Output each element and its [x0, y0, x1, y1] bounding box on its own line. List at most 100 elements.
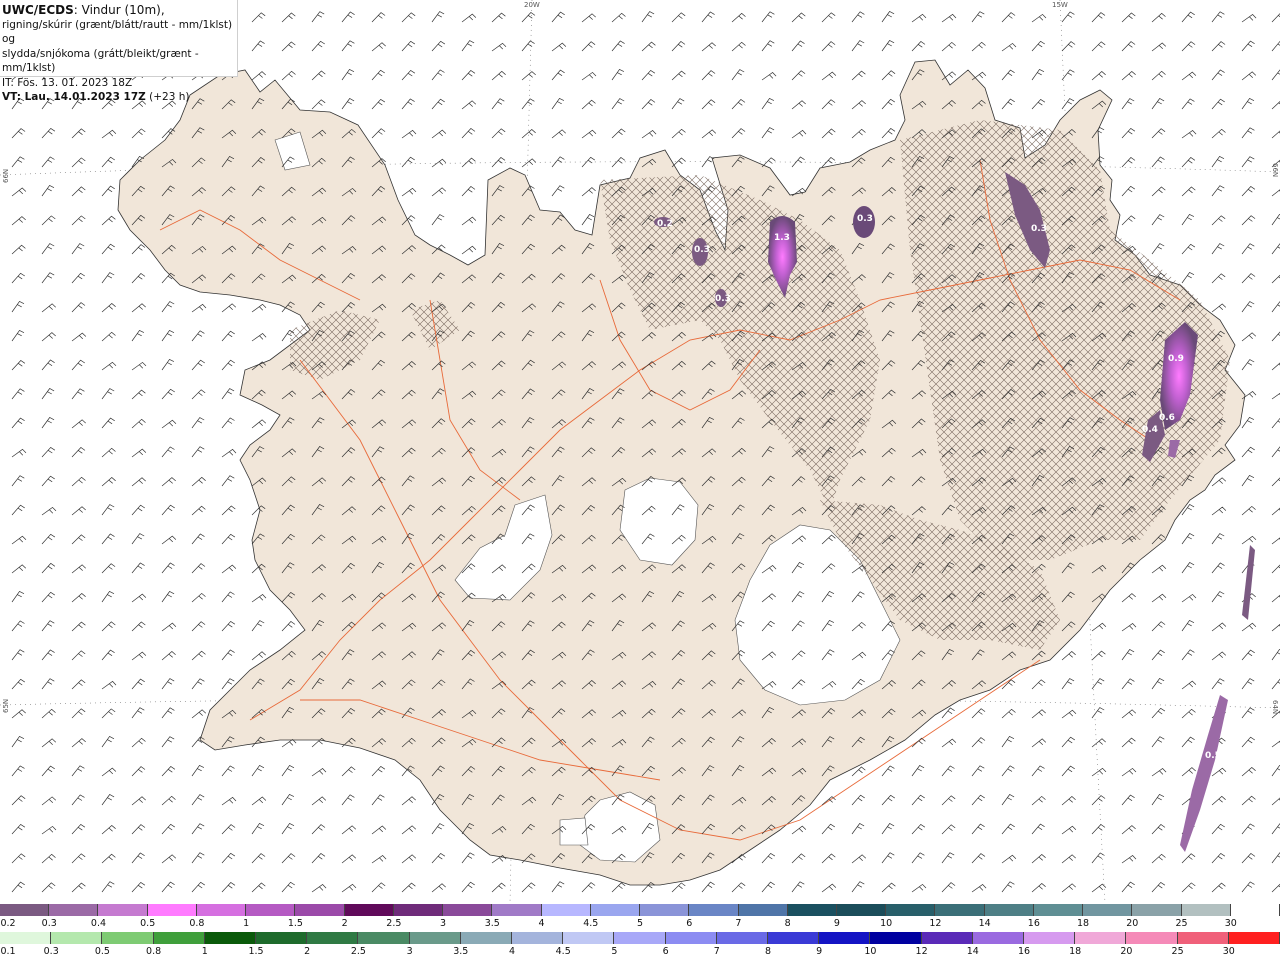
wind-barb — [101, 563, 116, 574]
wind-barb — [611, 12, 626, 23]
wind-barb — [551, 97, 565, 110]
wind-barb — [581, 41, 596, 52]
wind-barb — [431, 883, 446, 893]
legend-label: 7 — [735, 918, 742, 929]
wind-barb — [71, 215, 86, 226]
wind-barb — [131, 824, 146, 835]
legend-label: 8 — [784, 918, 791, 929]
wind-barb — [11, 272, 25, 284]
wind-barb — [1211, 533, 1225, 545]
wind-barb — [1241, 474, 1255, 487]
wind-barb — [1181, 98, 1195, 110]
wind-barb — [1181, 853, 1196, 864]
wind-barb — [1241, 243, 1255, 255]
wind-barb — [371, 42, 386, 52]
wind-barb — [1211, 823, 1225, 835]
legend-label: 0.3 — [43, 946, 59, 957]
wind-barb — [851, 100, 866, 110]
wind-barb — [11, 360, 26, 371]
legend-label: 3.5 — [453, 946, 469, 957]
wind-barb — [881, 882, 896, 893]
wind-barb — [1181, 243, 1196, 255]
legend-swatch — [590, 904, 641, 916]
wind-barb — [101, 156, 115, 168]
wind-barb — [701, 881, 715, 893]
wind-barb — [1241, 186, 1256, 197]
wind-barb — [1001, 98, 1015, 110]
legend-label: 20 — [1126, 918, 1139, 929]
wind-barb — [1031, 883, 1046, 893]
legend-label: 20 — [1120, 946, 1133, 957]
legend-label: 1.5 — [287, 918, 303, 929]
wind-barb — [1121, 157, 1136, 168]
legend-swatch — [984, 904, 1034, 916]
wind-barb — [611, 128, 626, 139]
wind-barb — [821, 99, 836, 110]
legend-swatch — [1132, 904, 1182, 916]
legend-swatch — [49, 904, 99, 916]
wind-barb — [1181, 71, 1197, 81]
wind-barb — [1241, 14, 1257, 23]
wind-barb — [1001, 735, 1015, 748]
wind-barb — [1061, 796, 1076, 806]
wind-barb — [1151, 42, 1167, 52]
wind-barb — [131, 707, 145, 719]
wind-barb — [431, 823, 445, 835]
wind-barb — [1151, 707, 1166, 719]
legend-swatch — [563, 932, 615, 944]
wind-barb — [551, 881, 565, 893]
wind-barb — [491, 157, 506, 168]
wind-barb — [1121, 737, 1136, 748]
wind-barb — [311, 40, 325, 52]
wind-barb — [1151, 128, 1166, 139]
wind-barb — [1061, 825, 1077, 835]
legend-label: 0.8 — [146, 946, 162, 957]
wind-barb — [401, 796, 416, 806]
wind-barb — [1091, 852, 1105, 864]
wind-barb — [941, 824, 956, 835]
wind-barb — [221, 475, 235, 487]
wind-barb — [521, 12, 536, 23]
wind-barb — [341, 794, 355, 806]
wind-barb — [371, 98, 386, 110]
wind-barb — [1151, 593, 1167, 603]
wind-barb — [161, 622, 177, 632]
wind-barb — [131, 448, 147, 458]
wind-barb — [971, 11, 985, 23]
wind-barb — [1241, 273, 1256, 284]
legend-label: 5 — [636, 918, 644, 929]
wind-barb — [131, 651, 147, 661]
wind-barb — [1151, 186, 1166, 197]
wind-barb — [911, 852, 925, 864]
wind-barb — [1241, 446, 1255, 458]
wind-barb — [191, 881, 205, 893]
wind-barb — [881, 823, 895, 835]
wind-barb — [41, 591, 55, 603]
wind-barb — [431, 40, 446, 52]
wind-barb — [311, 768, 327, 777]
wind-barb — [1001, 69, 1015, 81]
wind-barb — [71, 419, 86, 429]
wind-barb — [881, 70, 896, 81]
wind-barb — [161, 591, 175, 603]
wind-barb — [1061, 883, 1076, 893]
wind-barb — [71, 564, 86, 574]
wind-barb — [371, 882, 386, 893]
wind-barb — [11, 216, 26, 226]
wind-barb — [281, 739, 297, 748]
wind-barb — [671, 128, 686, 139]
wind-barb — [611, 882, 626, 893]
wind-barb — [1211, 303, 1227, 313]
wind-barb — [971, 794, 985, 806]
wind-barb — [71, 823, 86, 835]
wind-barb — [1211, 477, 1227, 487]
wind-barb — [1121, 71, 1136, 81]
legend-label: 12 — [915, 946, 928, 957]
wind-barb — [911, 41, 926, 52]
wind-barb — [1151, 98, 1165, 110]
wind-barb — [1031, 765, 1045, 777]
wind-barb — [551, 129, 566, 139]
wind-barb — [161, 795, 176, 806]
wind-barb — [461, 128, 476, 139]
issue-time: IT: Fös. 13. 01. 2023 18Z — [2, 76, 133, 89]
